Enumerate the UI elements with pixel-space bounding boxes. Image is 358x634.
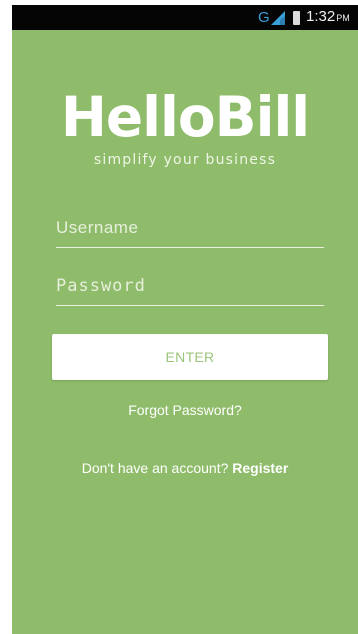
app-tagline: simplify your business: [93, 152, 277, 168]
password-field[interactable]: [56, 271, 324, 306]
battery-icon: [293, 11, 300, 25]
forgot-password-link[interactable]: Forgot Password?: [12, 402, 358, 418]
app-screen: G 1:32PM HelloBill simplify your busines…: [12, 5, 358, 634]
signal-icon: [271, 11, 285, 25]
username-field[interactable]: [56, 213, 324, 248]
no-account-text: Don't have an account?: [81, 460, 233, 476]
app-logo: HelloBill: [60, 85, 310, 149]
register-link[interactable]: Register: [232, 460, 288, 476]
status-bar: G 1:32PM: [12, 5, 358, 30]
network-type-icon: G: [258, 9, 270, 26]
enter-button[interactable]: ENTER: [52, 334, 328, 380]
register-prompt: Don't have an account? Register: [12, 460, 358, 476]
status-time: 1:32PM: [306, 8, 350, 25]
